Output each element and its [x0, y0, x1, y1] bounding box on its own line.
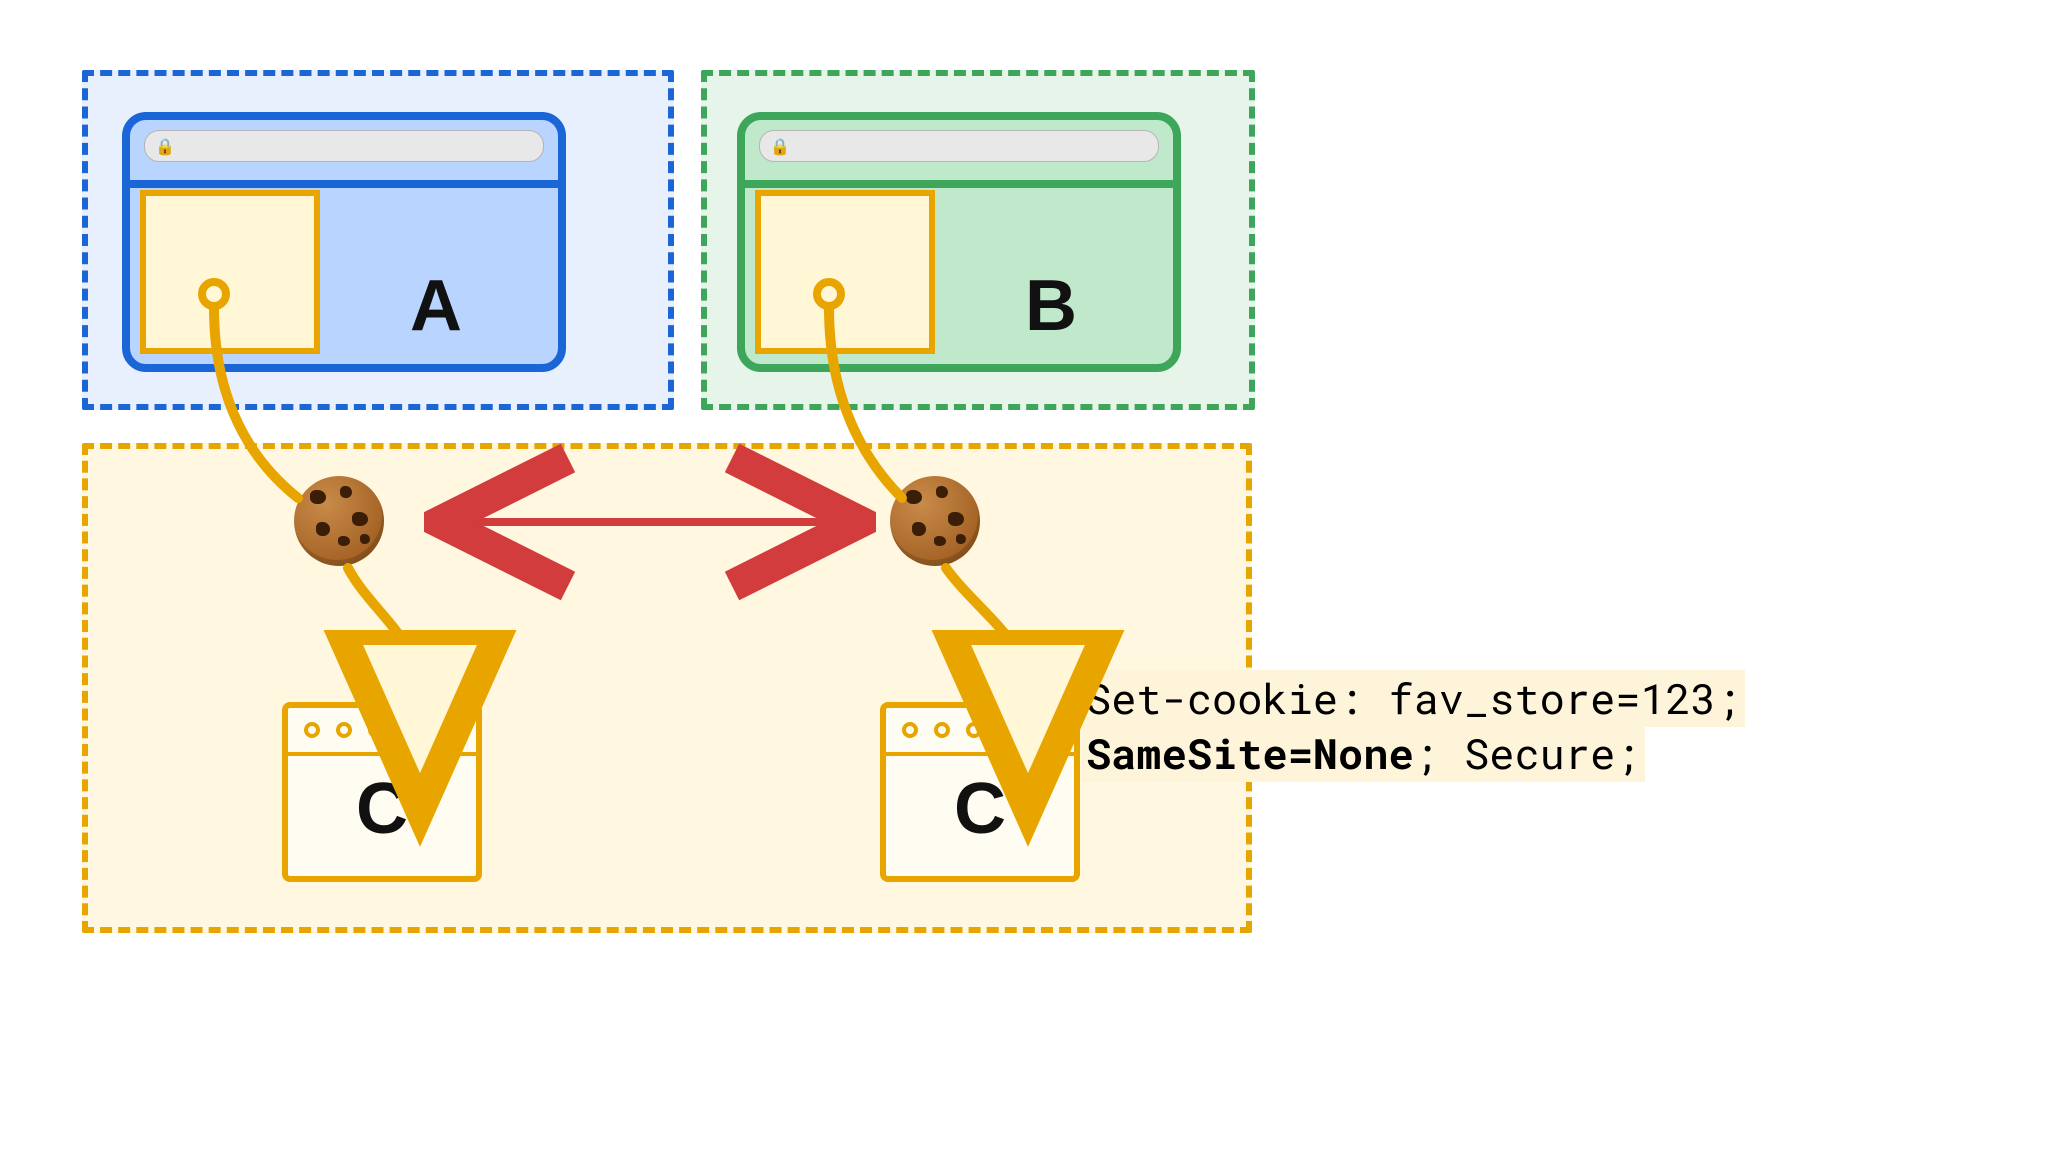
lock-icon: 🔒	[155, 137, 175, 157]
cookie-icon	[890, 476, 980, 566]
set-cookie-header: Set-cookie: fav_store=123; SameSite=None…	[1082, 672, 1745, 781]
server-c-dots	[886, 708, 1074, 756]
dot-icon	[966, 722, 982, 738]
third-party-iframe-b	[755, 190, 935, 354]
third-party-iframe-a	[140, 190, 320, 354]
cookie-icon	[294, 476, 384, 566]
chrome-divider	[745, 180, 1173, 188]
address-bar: 🔒	[144, 130, 544, 162]
dot-icon	[934, 722, 950, 738]
address-bar: 🔒	[759, 130, 1159, 162]
site-label-a: A	[410, 265, 462, 347]
code-line-2-tail: ; Secure;	[1414, 726, 1641, 781]
lock-icon: 🔒	[770, 137, 790, 157]
dot-icon	[998, 722, 1014, 738]
dot-icon	[304, 722, 320, 738]
diagram-stage: 🔒 A 🔒 B C C	[0, 0, 2048, 1152]
browser-window-a: 🔒 A	[122, 112, 566, 372]
chrome-divider	[130, 180, 558, 188]
dot-icon	[902, 722, 918, 738]
code-samesite: SameSite=None	[1086, 726, 1414, 781]
dot-icon	[368, 722, 384, 738]
browser-window-b: 🔒 B	[737, 112, 1181, 372]
code-line-1: Set-cookie: fav_store=123;	[1082, 670, 1745, 727]
dot-icon	[400, 722, 416, 738]
server-c-dots	[288, 708, 476, 756]
server-c-label: C	[288, 768, 476, 850]
iframe-b-connector	[813, 278, 845, 310]
server-c-label: C	[886, 768, 1074, 850]
iframe-a-connector	[198, 278, 230, 310]
site-label-b: B	[1025, 265, 1077, 347]
dot-icon	[336, 722, 352, 738]
server-c-left: C	[282, 702, 482, 882]
server-c-right: C	[880, 702, 1080, 882]
code-line-2: SameSite=None; Secure;	[1082, 725, 1645, 782]
